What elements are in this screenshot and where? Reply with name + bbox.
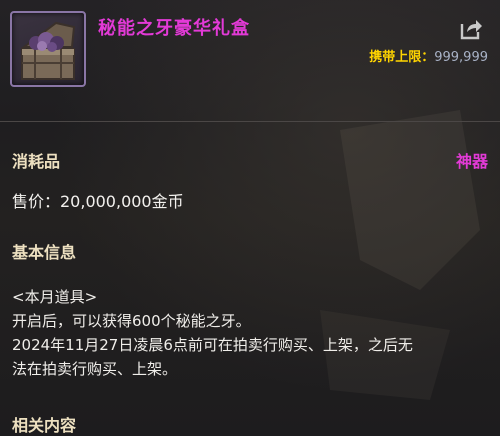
carry-limit-label: 携带上限： [369, 50, 435, 65]
item-grade: 神器 [455, 152, 488, 171]
item-price: 售价：20,000,000金币 [12, 192, 184, 211]
item-description: <本月道具> 开启后，可以获得600个秘能之牙。 2024年11月27日凌晨6点… [12, 285, 488, 381]
item-category: 消耗品 [12, 152, 61, 171]
description-line: <本月道具> [12, 288, 98, 306]
item-name: 秘能之牙豪华礼盒 [98, 18, 250, 39]
carry-limit: 携带上限：999,999 [369, 46, 488, 65]
gift-box-icon [21, 21, 76, 80]
share-button[interactable] [457, 16, 485, 42]
item-tooltip-panel: 秘能之牙豪华礼盒 携带上限：999,999 消耗品 神器 售价：20,000,0… [0, 0, 500, 436]
related-content-title: 相关内容 [12, 416, 77, 435]
description-line: 法在拍卖行购买、上架。 [12, 360, 178, 378]
description-line: 2024年11月27日凌晨6点前可在拍卖行购买、上架，之后无 [12, 336, 413, 354]
item-icon-frame [10, 11, 86, 87]
basic-info-title: 基本信息 [12, 243, 77, 262]
description-line: 开启后，可以获得600个秘能之牙。 [12, 312, 251, 330]
header-divider [0, 121, 500, 122]
carry-limit-value: 999,999 [434, 50, 488, 65]
tooltip-header: 秘能之牙豪华礼盒 携带上限：999,999 [0, 0, 500, 100]
share-icon [460, 20, 482, 40]
